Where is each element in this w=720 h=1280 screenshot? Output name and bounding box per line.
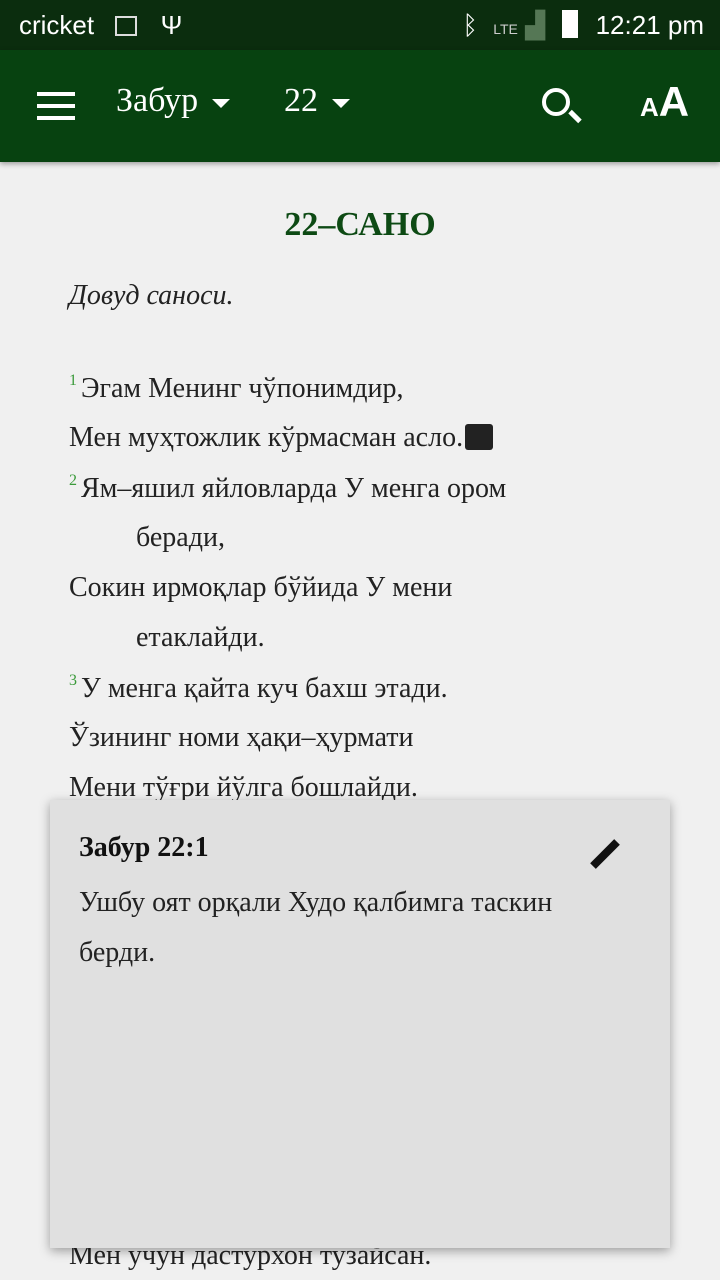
bluetooth-icon: ᛒ (462, 10, 479, 40)
menu-icon[interactable] (37, 92, 75, 120)
verse-text: Мен муҳтожлик кўрмасман асло. (69, 422, 464, 453)
battery-icon (562, 10, 579, 38)
verse-line[interactable]: Сокин ирмоқлар бўйида У мени (69, 572, 452, 604)
verse-line[interactable]: беради, (136, 522, 225, 554)
note-popup: Забур 22:1 Ушбу оят орқали Худо қалбимга… (50, 800, 670, 1248)
search-icon[interactable] (542, 88, 582, 124)
verse-text: етаклайди. (136, 622, 265, 653)
verse-number: 1 (69, 372, 77, 389)
note-icon[interactable] (465, 424, 494, 450)
verse-text: Сокин ирмоқлар бўйида У мени (69, 572, 453, 603)
verse-text: У менга қайта куч бахш этади. (81, 673, 448, 704)
clock: 12:21 pm (595, 10, 704, 40)
book-selector[interactable]: Забур (116, 82, 231, 120)
psalm-subtitle: Довуд саноси. (69, 280, 234, 311)
verse-line[interactable]: 3У менга қайта куч бахш этади. (69, 672, 448, 705)
verse-text: Эгам Менинг чўпонимдир, (81, 373, 404, 404)
chapter-label: 22 (284, 82, 318, 119)
carrier: cricket (19, 10, 95, 40)
chevron-down-icon (212, 98, 231, 108)
chapter-title: 22–САНО (284, 206, 436, 243)
verse-text: Ўзининг номи ҳақи–ҳурмати (69, 722, 414, 753)
verse-text: Ям–яшил яйловларда У менга ором (81, 473, 507, 504)
verse-line[interactable]: 2 Ям–яшил яйловларда У менга ором (69, 472, 506, 505)
usb-icon: Ψ (160, 10, 183, 40)
verse-text: беради, (136, 522, 225, 553)
image-icon (115, 16, 138, 36)
toolbar: Забур 22 AA (0, 50, 720, 162)
signal-icon: ▟ (525, 10, 546, 40)
verse-line[interactable]: етаклайди. (136, 622, 265, 654)
network-type: LTE (493, 21, 518, 37)
chapter-selector[interactable]: 22 (284, 82, 350, 120)
status-bar: cricket Ψ ᛒ LTE ▟ 12:21 pm (0, 0, 720, 50)
verse-text: Мени тўғри йўлга бошлайди. (69, 772, 418, 803)
book-label: Забур (116, 82, 199, 119)
verse-number: 3 (69, 672, 77, 689)
verse-line[interactable]: Ўзининг номи ҳақи–ҳурмати (69, 722, 414, 754)
note-reference: Забур 22:1 (79, 832, 209, 863)
verse-line[interactable]: Мен муҳтожлик кўрмасман асло. (69, 422, 494, 454)
note-text[interactable]: Ушбу оят орқали Худо қалбимга таскин бер… (79, 878, 599, 978)
chevron-down-icon (332, 98, 350, 108)
verse-line[interactable]: 1 Эгам Менинг чўпонимдир, (69, 372, 404, 405)
verse-number: 2 (69, 472, 77, 489)
text-size-icon[interactable]: AA (640, 78, 689, 126)
edit-icon[interactable] (590, 839, 620, 869)
